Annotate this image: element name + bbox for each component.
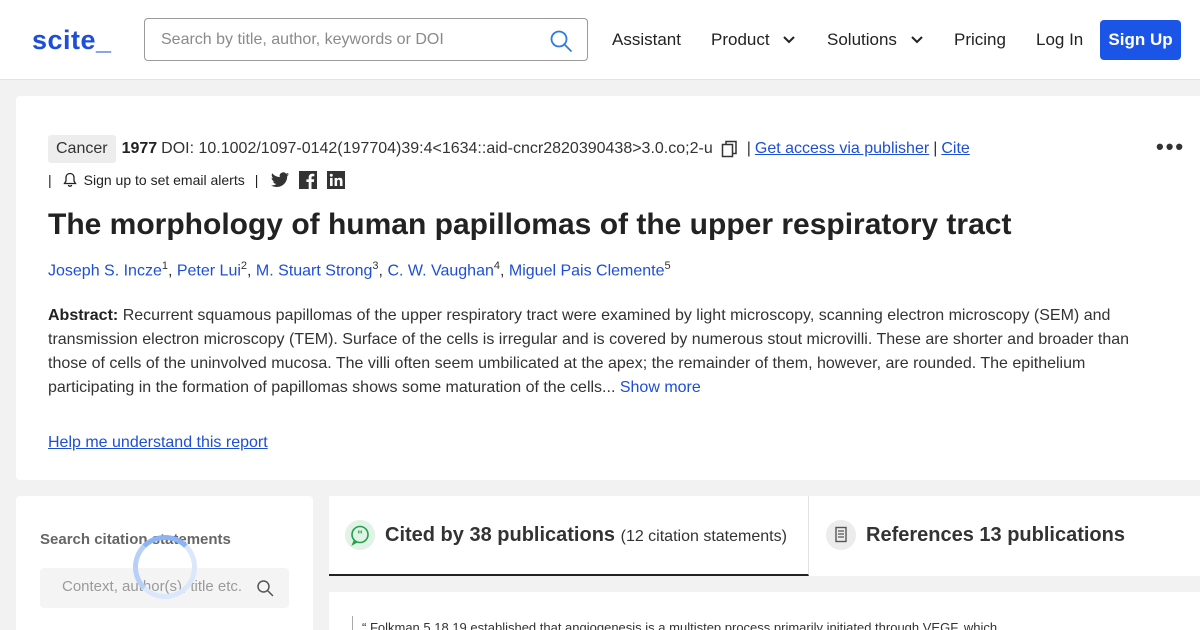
abstract-label: Abstract: [48,307,119,324]
tab-references[interactable]: References 13 publications [810,496,1200,576]
chevron-down-icon [910,36,923,44]
get-access-link[interactable]: Get access via publisher [755,140,929,158]
quote-bubble-icon: " [345,520,375,550]
doi-text: DOI: 10.1002/1097-0142(197704)39:4<1634:… [161,140,713,157]
bell-icon[interactable] [62,172,78,188]
cited-by-count: Cited by 38 publications [385,524,616,546]
journal-tag[interactable]: Cancer [48,135,116,163]
separator: , [167,262,177,280]
abstract: Abstract: Recurrent squamous papillomas … [48,304,1138,400]
nav-assistant[interactable]: Assistant [612,30,681,50]
article-meta: Cancer 1977 DOI: 10.1002/1097-0142(19770… [48,134,970,164]
separator: | [746,140,751,157]
abstract-text: Recurrent squamous papillomas of the upp… [48,307,1130,396]
facebook-icon[interactable] [298,170,318,190]
copy-icon[interactable] [721,140,739,158]
article-title: The morphology of human papillomas of th… [48,208,1012,241]
cited-by-label: Cited by 38 publications (12 citation st… [385,524,787,547]
citation-tabs: " Cited by 38 publications (12 citation … [329,496,1200,576]
scite-logo[interactable]: scite_ [32,25,112,56]
author-affiliation: 5 [664,260,671,272]
document-icon [826,520,856,550]
nav-pricing[interactable]: Pricing [954,30,1006,50]
quote-divider [352,616,353,630]
twitter-icon[interactable] [270,170,290,190]
author-link[interactable]: M. Stuart Strong [256,262,373,279]
citation-statement-count: (12 citation statements) [620,528,787,545]
separator: , [247,262,256,280]
more-options-icon[interactable]: ••• [1156,134,1185,160]
author-list: Joseph S. Incze1, Peter Lui2, M. Stuart … [48,260,671,280]
separator: | [254,172,259,188]
tab-cited-by[interactable]: " Cited by 38 publications (12 citation … [329,496,809,576]
publication-year: 1977 [121,140,158,157]
nav-solutions[interactable]: Solutions [827,30,924,50]
show-more-link[interactable]: Show more [620,379,701,396]
help-understand-link[interactable]: Help me understand this report [48,434,268,452]
references-label: References 13 publications [866,524,1125,546]
separator: | [48,172,52,188]
login-link[interactable]: Log In [1036,30,1083,50]
author-link[interactable]: C. W. Vaughan [387,262,493,279]
citation-search-title: Search citation statements [40,531,231,548]
search-box[interactable] [144,18,588,61]
separator: , [500,262,509,280]
search-input[interactable] [161,29,531,51]
author-link[interactable]: Joseph S. Incze [48,262,162,279]
svg-text:": " [357,529,363,542]
separator: | [933,140,938,157]
search-icon[interactable] [256,579,274,597]
alerts-row: | Sign up to set email alerts | [48,170,346,190]
search-icon[interactable] [549,29,573,53]
signup-button[interactable]: Sign Up [1100,20,1181,60]
nav-product[interactable]: Product [711,30,796,50]
email-alerts-link[interactable]: Sign up to set email alerts [84,172,245,188]
citation-statement-text: “ Folkman 5,18,19 established that angio… [362,620,998,630]
nav-product-label: Product [711,30,770,49]
cite-link[interactable]: Cite [941,140,969,158]
chevron-down-icon [783,36,796,44]
top-bar: scite_ Assistant Product Solutions Prici… [0,0,1200,80]
loading-spinner [133,535,197,599]
nav-solutions-label: Solutions [827,30,897,49]
author-link[interactable]: Miguel Pais Clemente [509,262,665,279]
linkedin-icon[interactable] [326,170,346,190]
author-link[interactable]: Peter Lui [177,262,241,279]
